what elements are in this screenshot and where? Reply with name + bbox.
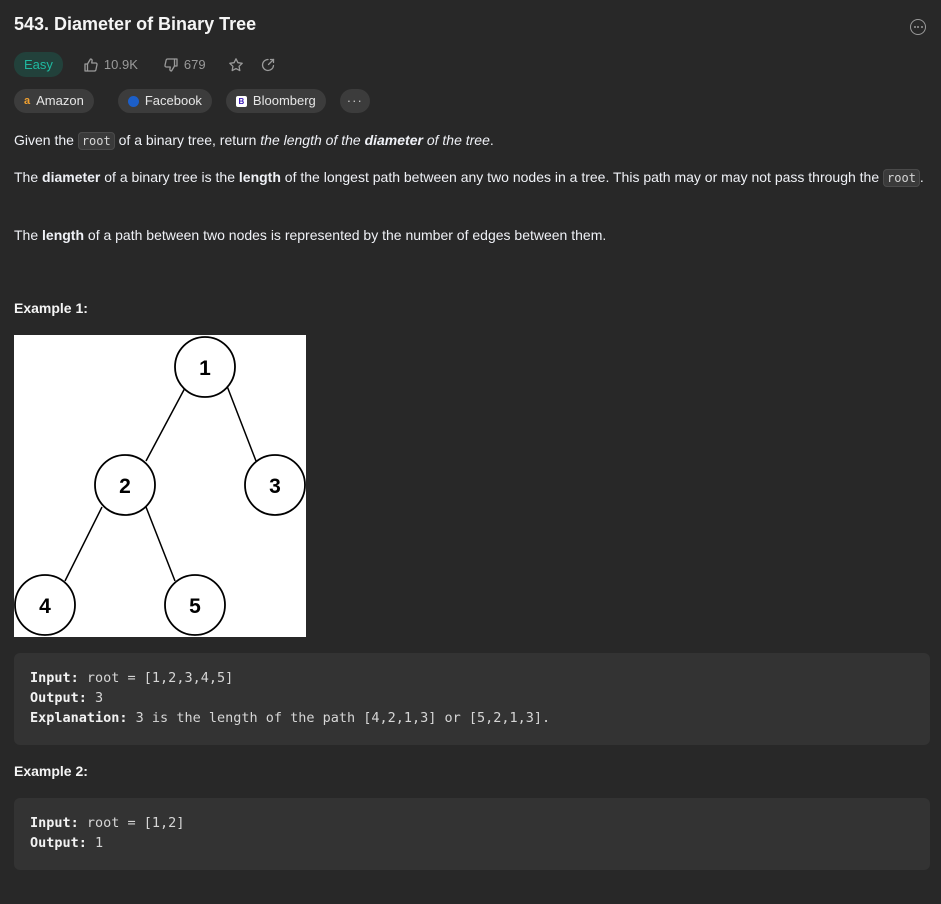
bloomberg-logo-icon: B (235, 95, 247, 107)
company-tag-facebook[interactable]: Facebook (117, 89, 212, 113)
company-tag-label: Facebook (144, 93, 202, 108)
like-button[interactable]: 10.9K (83, 57, 138, 73)
thumbs-up-icon (84, 57, 98, 72)
description-paragraph-3: The length of a path between two nodes i… (14, 227, 607, 243)
problem-stats-bar: Easy 10.9K 679 (14, 52, 276, 77)
share-icon (261, 58, 274, 71)
difficulty-badge: Easy (14, 52, 63, 77)
company-tag-label: Bloomberg (252, 93, 316, 108)
share-button[interactable] (260, 57, 276, 73)
example-2-code-block: Input: root = [1,2] Output: 1 (14, 798, 930, 870)
example-1-tree-diagram: 1 2 3 4 5 (14, 335, 306, 637)
amazon-logo-icon: a (24, 95, 31, 107)
dislike-button[interactable]: 679 (163, 57, 206, 73)
more-options-icon[interactable] (910, 19, 926, 35)
company-tag-bloomberg[interactable]: B Bloomberg (225, 89, 326, 113)
tree-edge (145, 385, 187, 462)
example-2-heading: Example 2: (14, 763, 88, 779)
tree-node-label: 3 (269, 475, 281, 498)
tree-node-label: 2 (119, 475, 131, 498)
tree-edge (145, 506, 176, 582)
example-1-code-block: Input: root = [1,2,3,4,5] Output: 3 Expl… (14, 653, 930, 745)
description-paragraph-1: Given the root of a binary tree, return … (14, 132, 494, 150)
tree-edge (64, 506, 103, 582)
inline-code: root (77, 132, 115, 150)
company-tag-label: Amazon (36, 93, 84, 108)
facebook-logo-icon (127, 95, 139, 107)
description-paragraph-2: The diameter of a binary tree is the len… (14, 169, 924, 187)
inline-code: root (883, 169, 920, 187)
star-icon (228, 57, 243, 71)
thumbs-down-icon (164, 57, 178, 72)
favorite-button[interactable] (228, 57, 244, 73)
dislike-count: 679 (183, 57, 206, 72)
tree-node-label: 1 (199, 357, 211, 380)
problem-title: 543. Diameter of Binary Tree (14, 14, 257, 34)
company-tag-amazon[interactable]: a Amazon (14, 89, 94, 113)
example-1-heading: Example 1: (14, 300, 88, 316)
tree-node-label: 4 (39, 595, 51, 618)
tree-edge (226, 385, 257, 462)
more-companies-button[interactable]: ··· (339, 89, 370, 113)
like-count: 10.9K (103, 57, 138, 72)
tree-node-label: 5 (189, 595, 201, 618)
company-tags: a Amazon Facebook B Bloomberg ··· (14, 89, 370, 113)
